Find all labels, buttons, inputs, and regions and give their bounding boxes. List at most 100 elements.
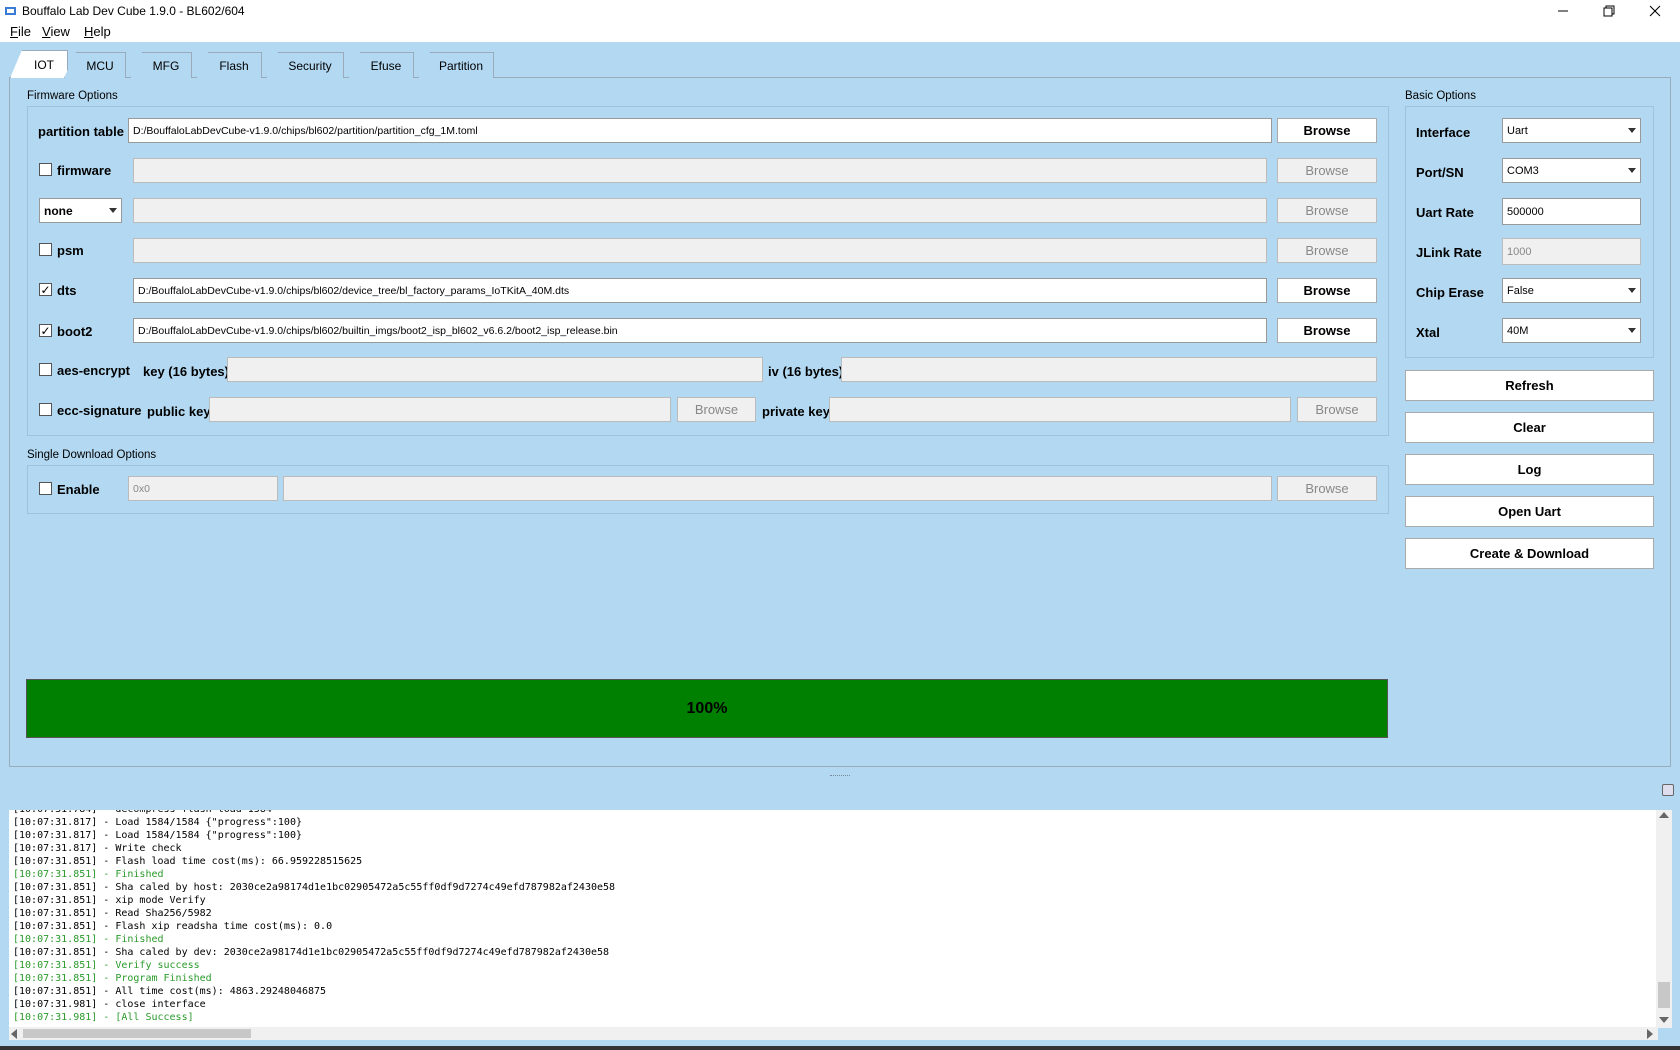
public-key-browse-button[interactable]: Browse [677,397,756,422]
log-line: [10:07:31.851] - Verify success [13,960,200,971]
uart-rate-input[interactable]: 500000 [1502,198,1641,225]
log-line: [10:07:31.851] - Finished [13,934,164,945]
clear-button[interactable]: Clear [1405,412,1654,443]
image-input[interactable] [133,198,1267,223]
menu-file-label: ile [17,24,31,39]
image-type-select[interactable]: none [39,198,122,223]
log-horizontal-scrollbar[interactable] [9,1027,1658,1040]
firmware-options-group [27,106,1389,436]
aes-iv-input[interactable] [841,357,1377,382]
menu-view[interactable]: View [42,24,70,39]
image-type-value: none [44,203,73,218]
single-file-input[interactable] [283,476,1272,501]
aes-key-input[interactable] [227,357,763,382]
private-key-input[interactable] [829,397,1291,422]
partition-table-input[interactable]: D:/BouffaloLabDevCube-v1.9.0/chips/bl602… [128,118,1272,143]
boot2-label: boot2 [57,324,93,339]
boot2-browse-button[interactable]: Browse [1277,318,1377,343]
port-sn-select[interactable]: COM3 [1502,158,1641,183]
log-line: [10:07:31.851] - All time cost(ms): 4863… [13,986,327,997]
chevron-down-icon [1628,168,1636,173]
tab-iot[interactable]: IOT [10,50,68,78]
boot2-checkbox[interactable]: ✓ [39,324,52,337]
tab-mcu[interactable]: MCU [64,52,126,78]
firmware-label: firmware [57,163,112,178]
menu-bar [0,22,1680,42]
log-line: [10:07:31.851] - Read Sha256/5982 [13,908,212,919]
app-icon [4,4,18,18]
firmware-checkbox[interactable] [39,163,52,176]
create-download-button[interactable]: Create & Download [1405,538,1654,569]
splitter-handle[interactable] [830,775,850,779]
restore-icon [1603,5,1615,17]
jlink-rate-input[interactable]: 1000 [1502,238,1641,265]
psm-checkbox[interactable] [39,243,52,256]
log-settings-icon[interactable] [1662,784,1674,796]
chevron-down-icon [1628,328,1636,333]
tab-flash[interactable]: Flash [196,52,262,78]
single-enable-label: Enable [57,482,100,497]
menu-file-mnemonic: F [10,24,18,39]
log-line: [10:07:31.817] - Load 1584/1584 {"progre… [13,817,302,828]
refresh-button[interactable]: Refresh [1405,370,1654,401]
tab-partition[interactable]: Partition [418,52,494,78]
interface-select[interactable]: Uart [1502,118,1641,143]
firmware-input[interactable] [133,158,1267,183]
aes-encrypt-label: aes-encrypt [57,363,130,378]
title-bar [0,0,1680,22]
open-uart-button[interactable]: Open Uart [1405,496,1654,527]
log-line: [10:07:31.817] - Write check [13,843,182,854]
tab-mfg[interactable]: MFG [130,52,192,78]
iv-label: iv (16 bytes) [768,364,844,379]
boot2-input[interactable]: D:/BouffaloLabDevCube-v1.9.0/chips/bl602… [133,318,1267,343]
log-vertical-scroll-thumb[interactable] [1658,982,1670,1008]
tab-efuse[interactable]: Efuse [348,52,414,78]
scroll-up-icon[interactable] [1659,812,1669,818]
log-line: [10:07:31.851] - Program Finished [13,973,212,984]
scroll-left-icon[interactable] [11,1029,17,1039]
single-address-input[interactable]: 0x0 [128,476,278,501]
log-line: [10:07:31.784] - decompress flash load 1… [13,810,1659,817]
aes-encrypt-checkbox[interactable] [39,363,52,376]
ecc-signature-checkbox[interactable] [39,403,52,416]
minimize-button[interactable] [1540,0,1586,22]
log-output[interactable]: [10:07:31.784] - decompress flash load 1… [9,810,1659,1028]
dts-input[interactable]: D:/BouffaloLabDevCube-v1.9.0/chips/bl602… [133,278,1267,303]
private-key-browse-button[interactable]: Browse [1297,397,1377,422]
psm-input[interactable] [133,238,1267,263]
close-button[interactable] [1632,0,1678,22]
image-browse-button[interactable]: Browse [1277,198,1377,223]
psm-browse-button[interactable]: Browse [1277,238,1377,263]
xtal-label: Xtal [1416,325,1440,340]
progress-bar: 100% [26,679,1388,738]
uart-rate-label: Uart Rate [1416,205,1474,220]
dts-checkbox[interactable]: ✓ [39,283,52,296]
log-button[interactable]: Log [1405,454,1654,485]
log-line: [10:07:31.851] - Sha caled by dev: 2030c… [13,947,610,958]
log-horizontal-scroll-thumb[interactable] [23,1029,251,1038]
scroll-right-icon[interactable] [1647,1029,1653,1039]
scroll-down-icon[interactable] [1659,1017,1669,1023]
ecc-signature-label: ecc-signature [57,403,142,418]
single-enable-checkbox[interactable] [39,482,52,495]
dts-browse-button[interactable]: Browse [1277,278,1377,303]
xtal-select[interactable]: 40M [1502,318,1641,343]
restore-button[interactable] [1586,0,1632,22]
minimize-icon [1558,10,1568,12]
chip-erase-value: False [1507,284,1534,297]
log-vertical-scrollbar[interactable] [1656,810,1672,1028]
public-key-input[interactable] [209,397,671,422]
tab-security[interactable]: Security [266,52,344,78]
single-browse-button[interactable]: Browse [1277,476,1377,501]
private-key-label: private key [762,404,830,419]
menu-help[interactable]: Help [84,24,111,39]
partition-browse-button[interactable]: Browse [1277,118,1377,143]
menu-file[interactable]: File [10,24,31,39]
interface-value: Uart [1507,124,1528,137]
chip-erase-select[interactable]: False [1502,278,1641,303]
log-line: [10:07:31.981] - close interface [13,999,206,1010]
log-line: [10:07:31.817] - Load 1584/1584 {"progre… [13,830,302,841]
menu-view-label: iew [50,24,70,39]
firmware-browse-button[interactable]: Browse [1277,158,1377,183]
chevron-down-icon [109,208,117,213]
